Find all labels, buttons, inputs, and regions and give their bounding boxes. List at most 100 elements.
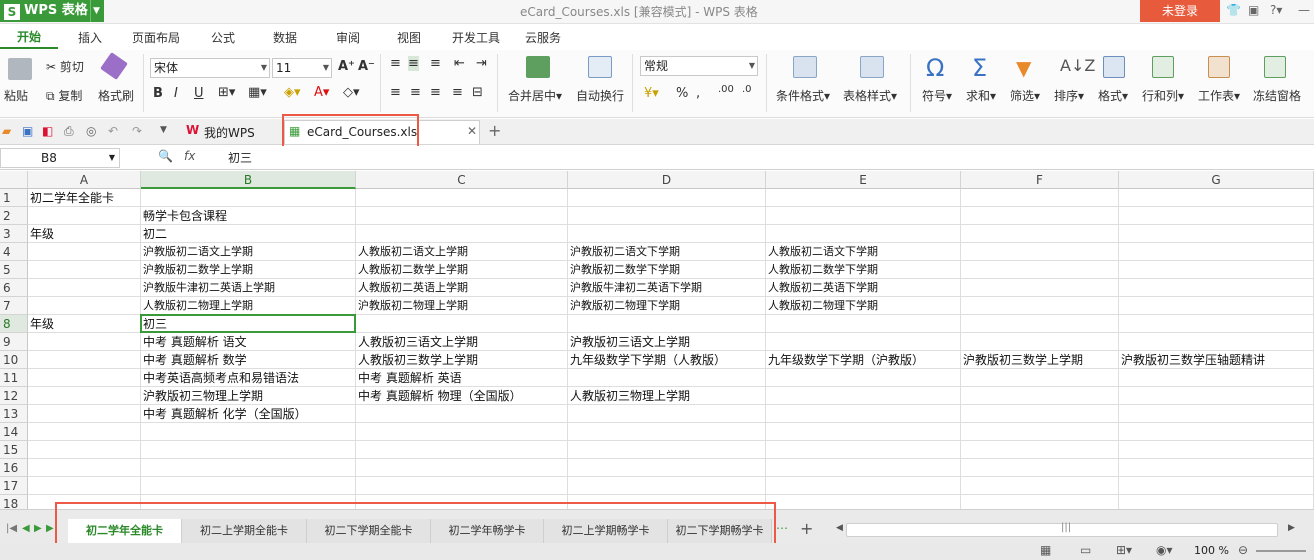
eye-protection-icon[interactable]: ◉▾ (1156, 543, 1173, 557)
cell-d12[interactable]: 人教版初三物理上学期 (568, 387, 766, 405)
cell-b17[interactable] (141, 477, 356, 495)
cell-e4[interactable]: 人教版初二语文下学期 (766, 243, 961, 261)
more-sheets-icon[interactable]: ⋯ (776, 521, 788, 535)
cell-g17[interactable] (1119, 477, 1314, 495)
cell-e14[interactable] (766, 423, 961, 441)
worksheet-icon[interactable] (1208, 56, 1230, 78)
font-name-select[interactable]: 宋体 ▼ (150, 58, 270, 78)
cell-d3[interactable] (568, 225, 766, 243)
cell-c1[interactable] (356, 189, 568, 207)
indent-decrease-icon[interactable]: ⇤ (454, 56, 465, 71)
tab-page-layout[interactable]: 页面布局 (132, 29, 180, 46)
cell-b2[interactable]: 畅学卡包含课程 (141, 207, 356, 225)
close-icon[interactable]: ✕ (467, 124, 477, 138)
font-color-icon[interactable]: A▾ (314, 85, 329, 100)
cell-a5[interactable] (28, 261, 141, 279)
conditional-format-icon[interactable] (793, 56, 817, 78)
cell-d10[interactable]: 九年级数学下学期（人教版） (568, 351, 766, 369)
normal-view-icon[interactable]: ▦ (1040, 543, 1051, 557)
cell-g11[interactable] (1119, 369, 1314, 387)
align-bottom-icon[interactable]: ≡ (430, 56, 441, 71)
cut-button[interactable]: ✂ 剪切 (46, 58, 84, 75)
cell-d11[interactable] (568, 369, 766, 387)
cell-d8[interactable] (568, 315, 766, 333)
format-painter-icon[interactable] (100, 52, 128, 80)
export-pdf-icon[interactable]: ◧ (42, 124, 53, 138)
shirt-icon[interactable]: 👕 (1226, 3, 1241, 17)
row-column-icon[interactable] (1152, 56, 1174, 78)
cell-b4[interactable]: 沪教版初二语文上学期 (141, 243, 356, 261)
indent-increase-icon[interactable]: ⇥ (476, 56, 487, 71)
cell-g3[interactable] (1119, 225, 1314, 243)
currency-icon[interactable]: ¥▾ (644, 86, 659, 101)
italic-icon[interactable]: I (174, 86, 178, 101)
cell-c11[interactable]: 中考 真题解析 英语 (356, 369, 568, 387)
cell-b1[interactable] (141, 189, 356, 207)
cell-g1[interactable] (1119, 189, 1314, 207)
cell-c16[interactable] (356, 459, 568, 477)
cell-c6[interactable]: 人教版初二英语上学期 (356, 279, 568, 297)
horizontal-scrollbar[interactable]: ||| (846, 522, 1278, 537)
row-header-5[interactable]: 5 (0, 261, 28, 279)
comma-icon[interactable]: , (696, 86, 700, 101)
prev-sheet-icon[interactable]: ◀ (22, 523, 30, 534)
number-format-select[interactable]: 常规 ▼ (640, 56, 758, 76)
row-header-7[interactable]: 7 (0, 297, 28, 315)
tab-data[interactable]: 数据 (273, 29, 297, 46)
cell-f1[interactable] (961, 189, 1119, 207)
row-column-button[interactable]: 行和列▾ (1142, 87, 1184, 104)
underline-icon[interactable]: U (194, 86, 204, 101)
column-header-a[interactable]: A (28, 171, 141, 189)
cell-f9[interactable] (961, 333, 1119, 351)
cell-b16[interactable] (141, 459, 356, 477)
cell-e10[interactable]: 九年级数学下学期（沪教版） (766, 351, 961, 369)
zoom-out-icon[interactable]: ⊖ (1238, 543, 1248, 557)
font-size-select[interactable]: 11 ▼ (272, 58, 332, 78)
cell-b7[interactable]: 人教版初二物理上学期 (141, 297, 356, 315)
print-preview-icon[interactable]: ◎ (86, 124, 96, 138)
font-grow-icon[interactable]: A⁺ (338, 59, 355, 74)
cell-a11[interactable] (28, 369, 141, 387)
cell-g12[interactable] (1119, 387, 1314, 405)
cell-f5[interactable] (961, 261, 1119, 279)
cell-d14[interactable] (568, 423, 766, 441)
cell-f6[interactable] (961, 279, 1119, 297)
next-sheet-icon[interactable]: ▶ (34, 523, 42, 534)
cell-e5[interactable]: 人教版初二数学下学期 (766, 261, 961, 279)
sum-button[interactable]: 求和▾ (966, 87, 996, 104)
cell-f2[interactable] (961, 207, 1119, 225)
row-header-6[interactable]: 6 (0, 279, 28, 297)
app-menu-button[interactable]: S WPS 表格 ▼ (0, 0, 104, 22)
tab-home[interactable]: 开始 (0, 25, 58, 49)
column-header-e[interactable]: E (766, 171, 961, 189)
row-header-3[interactable]: 3 (0, 225, 28, 243)
cell-b11[interactable]: 中考英语高频考点和易错语法 (141, 369, 356, 387)
cell-b3[interactable]: 初二 (141, 225, 356, 243)
row-header-11[interactable]: 11 (0, 369, 28, 387)
cell-d13[interactable] (568, 405, 766, 423)
cell-a8[interactable]: 年级 (28, 315, 141, 333)
column-header-c[interactable]: C (356, 171, 568, 189)
cell-g5[interactable] (1119, 261, 1314, 279)
table-style-button[interactable]: 表格样式▾ (843, 87, 897, 104)
row-header-10[interactable]: 10 (0, 351, 28, 369)
cell-g6[interactable] (1119, 279, 1314, 297)
save-icon[interactable]: ▣ (22, 124, 33, 138)
row-header-12[interactable]: 12 (0, 387, 28, 405)
cell-c13[interactable] (356, 405, 568, 423)
cell-a17[interactable] (28, 477, 141, 495)
cell-a12[interactable] (28, 387, 141, 405)
cell-d2[interactable] (568, 207, 766, 225)
cell-e11[interactable] (766, 369, 961, 387)
cell-g7[interactable] (1119, 297, 1314, 315)
cell-f18[interactable] (961, 495, 1119, 509)
print-icon[interactable]: ⎙ (64, 124, 74, 139)
omega-icon[interactable]: Ω (926, 54, 944, 82)
wrap-text-icon[interactable] (588, 56, 612, 78)
decrease-decimal-icon[interactable]: .0 (742, 84, 752, 95)
column-header-g[interactable]: G (1119, 171, 1314, 189)
cell-e8[interactable] (766, 315, 961, 333)
align-left-icon[interactable]: ≡ (390, 85, 401, 100)
cell-b13[interactable]: 中考 真题解析 化学（全国版） (141, 405, 356, 423)
cell-c5[interactable]: 人教版初二数学上学期 (356, 261, 568, 279)
